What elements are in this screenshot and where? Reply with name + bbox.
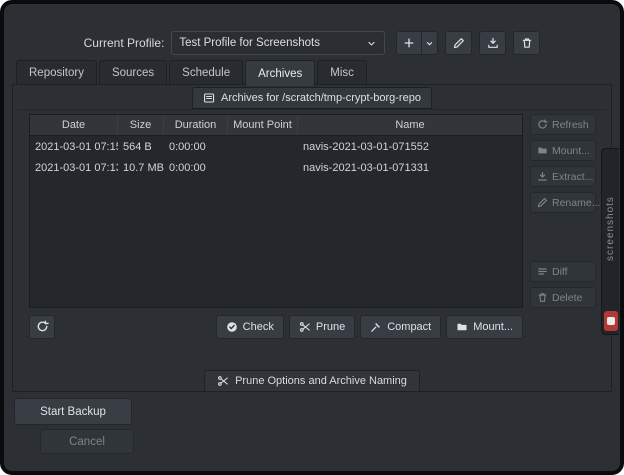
check-button[interactable]: Check xyxy=(216,315,284,339)
profile-select-value: Test Profile for Screenshots xyxy=(179,37,320,49)
cell-name: navis-2021-03-01-071331 xyxy=(298,157,522,178)
button-label: Mount... xyxy=(473,321,513,333)
profile-select[interactable]: Test Profile for Screenshots xyxy=(171,31,385,55)
edit-icon xyxy=(453,37,465,49)
column-header-name[interactable]: Name xyxy=(298,115,522,135)
scissors-icon xyxy=(217,375,229,387)
refresh-archive-button[interactable]: Refresh xyxy=(530,114,596,135)
cell-mount-point xyxy=(228,136,298,157)
add-profile-split-button xyxy=(396,31,438,55)
button-label: Prune xyxy=(316,321,345,333)
chevron-down-icon xyxy=(425,39,434,48)
button-label: Compact xyxy=(387,321,431,333)
cell-date: 2021-03-01 07:15 xyxy=(30,136,118,157)
archive-icon xyxy=(203,92,215,104)
delete-profile-button[interactable] xyxy=(513,31,540,55)
table-header: Date Size Duration Mount Point Name xyxy=(30,115,522,136)
side-dock-tab[interactable]: screenshots xyxy=(601,148,619,335)
import-icon xyxy=(487,37,499,49)
tab-misc[interactable]: Misc xyxy=(317,60,367,85)
plus-icon xyxy=(403,37,415,49)
button-label: Diff xyxy=(552,266,568,278)
extract-icon xyxy=(537,171,548,182)
divider xyxy=(18,109,606,110)
button-label: Extract... xyxy=(552,171,593,183)
diff-icon xyxy=(537,266,548,277)
button-label: Mount... xyxy=(552,145,590,157)
profile-bar: Current Profile: Test Profile for Screen… xyxy=(4,30,620,56)
repo-archives-tab-label: Archives for /scratch/tmp-crypt-borg-rep… xyxy=(221,92,421,104)
prune-options-label: Prune Options and Archive Naming xyxy=(235,375,407,387)
trash-icon xyxy=(537,292,548,303)
mount-button[interactable]: Mount... xyxy=(446,315,523,339)
add-profile-dropdown[interactable] xyxy=(422,31,438,55)
delete-archive-button[interactable]: Delete xyxy=(530,287,596,308)
cell-date: 2021-03-01 07:13 xyxy=(30,157,118,178)
broom-icon xyxy=(370,321,382,333)
spacer xyxy=(530,218,596,256)
table-row[interactable]: 2021-03-01 07:13 10.7 MB 0:00:00 navis-2… xyxy=(30,157,522,178)
current-profile-label: Current Profile: xyxy=(84,36,165,50)
column-header-duration[interactable]: Duration xyxy=(164,115,228,135)
button-label: Delete xyxy=(552,292,582,304)
tab-sources[interactable]: Sources xyxy=(99,60,167,85)
cell-size: 10.7 MB xyxy=(118,157,164,178)
folder-icon xyxy=(537,145,548,156)
edit-profile-button[interactable] xyxy=(445,31,472,55)
button-label: Refresh xyxy=(552,119,589,131)
repo-archives-tab[interactable]: Archives for /scratch/tmp-crypt-borg-rep… xyxy=(192,87,432,109)
archive-operations: Check Prune Compact xyxy=(216,315,523,339)
compact-button[interactable]: Compact xyxy=(360,315,441,339)
archives-panel: Archives for /scratch/tmp-crypt-borg-rep… xyxy=(12,84,612,392)
check-circle-icon xyxy=(226,321,238,333)
prune-button[interactable]: Prune xyxy=(289,315,355,339)
column-header-date[interactable]: Date xyxy=(30,115,118,135)
refresh-icon xyxy=(537,119,548,130)
cell-size: 564 B xyxy=(118,136,164,157)
import-profile-button[interactable] xyxy=(479,31,506,55)
chevron-down-icon xyxy=(366,38,377,49)
folder-icon xyxy=(456,321,468,333)
extract-archive-button[interactable]: Extract... xyxy=(530,166,596,187)
start-backup-button[interactable]: Start Backup xyxy=(14,398,132,425)
mount-archive-button[interactable]: Mount... xyxy=(530,140,596,161)
cell-name: navis-2021-03-01-071552 xyxy=(298,136,522,157)
add-profile-button[interactable] xyxy=(396,31,422,55)
scissors-icon xyxy=(299,321,311,333)
cell-duration: 0:00:00 xyxy=(164,136,228,157)
diff-archives-button[interactable]: Diff xyxy=(530,261,596,282)
app-window: Current Profile: Test Profile for Screen… xyxy=(0,0,624,475)
main-tabbar: Repository Sources Schedule Archives Mis… xyxy=(12,59,612,85)
rename-archive-button[interactable]: Rename... xyxy=(530,192,596,213)
column-header-size[interactable]: Size xyxy=(118,115,164,135)
edit-icon xyxy=(537,197,548,208)
cancel-button[interactable]: Cancel xyxy=(40,429,134,454)
tab-schedule[interactable]: Schedule xyxy=(169,60,243,85)
table-footer: Check Prune Compact xyxy=(29,314,523,339)
archives-table: Date Size Duration Mount Point Name 2021… xyxy=(29,114,523,308)
button-label: Check xyxy=(243,321,274,333)
refresh-list-button[interactable] xyxy=(29,315,55,339)
refresh-icon xyxy=(36,320,49,333)
cell-duration: 0:00:00 xyxy=(164,157,228,178)
dock-app-icon[interactable] xyxy=(604,311,618,331)
tab-repository[interactable]: Repository xyxy=(16,60,97,85)
dock-tab-label: screenshots xyxy=(605,149,616,309)
archive-actions: Refresh Mount... Extract... Rename... xyxy=(530,114,596,308)
table-row[interactable]: 2021-03-01 07:15 564 B 0:00:00 navis-202… xyxy=(30,136,522,157)
column-header-mount-point[interactable]: Mount Point xyxy=(228,115,298,135)
trash-icon xyxy=(521,37,533,49)
cell-mount-point xyxy=(228,157,298,178)
prune-options-toggle[interactable]: Prune Options and Archive Naming xyxy=(204,370,420,391)
tab-archives[interactable]: Archives xyxy=(245,60,315,86)
dock-app-icon-glyph xyxy=(607,317,615,325)
button-label: Rename... xyxy=(552,197,600,209)
